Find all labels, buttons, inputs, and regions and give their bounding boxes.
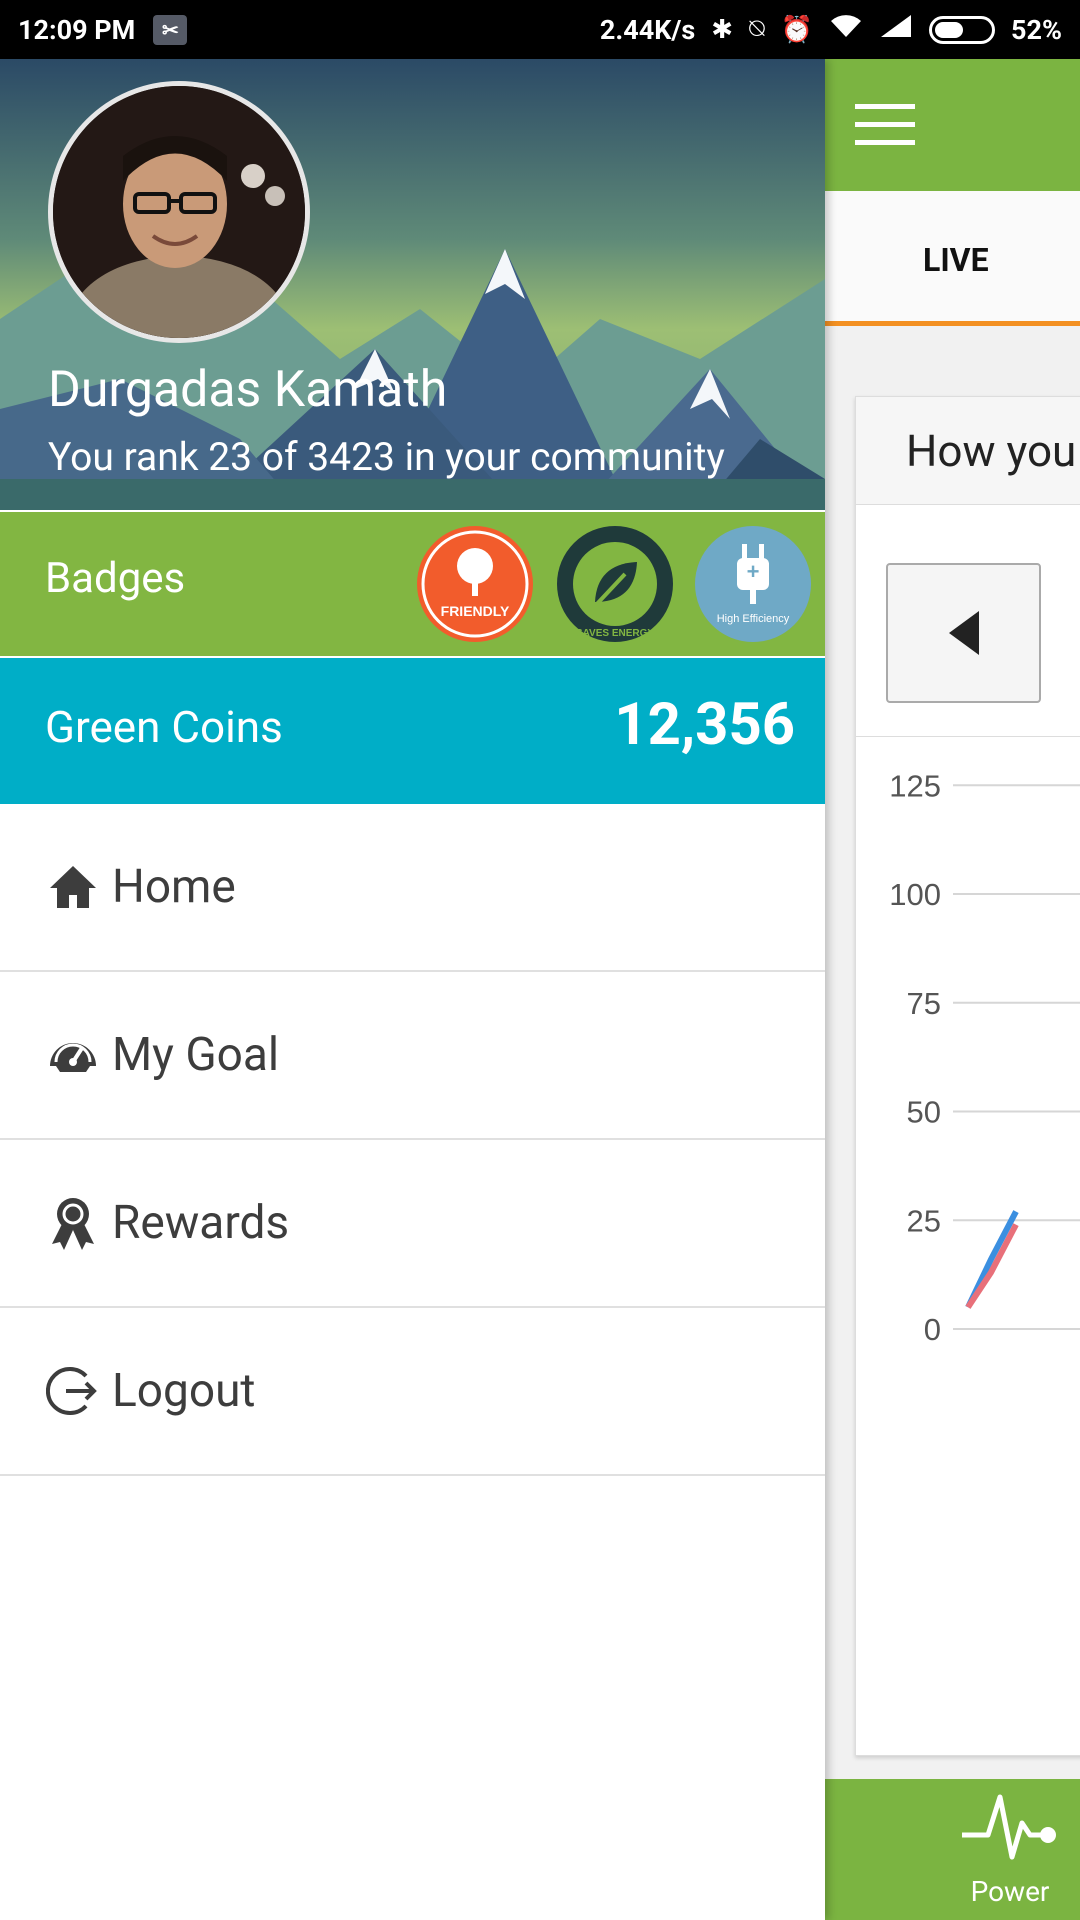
menu-item-logout[interactable]: Logout (0, 1308, 825, 1476)
menu-label-rewards: Rewards (112, 1196, 290, 1250)
logout-icon (46, 1367, 97, 1415)
usage-card: How you 2001751501251007550250 (855, 396, 1080, 1756)
menu-item-my-goal[interactable]: My Goal (0, 972, 825, 1140)
user-name: Durgadas Kamath (48, 361, 448, 419)
status-time: 12:09 PM (18, 13, 136, 46)
green-coins-row[interactable]: Green Coins 12,356 (0, 658, 825, 804)
menu-label-logout: Logout (112, 1364, 256, 1418)
green-coins-value: 12,356 (614, 691, 795, 759)
badge-text-friendly: FRIENDLY (441, 603, 510, 619)
menu-item-rewards[interactable]: Rewards (0, 1140, 825, 1308)
arrow-left-icon (948, 611, 979, 655)
menu-label-my-goal: My Goal (112, 1028, 280, 1082)
y-tick-label: 100 (889, 877, 941, 912)
usage-chart: 2001751501251007550250 (856, 739, 1080, 1739)
vibrate-off-icon: ⍉ (749, 14, 765, 44)
battery-icon (929, 15, 996, 44)
previous-button[interactable] (886, 563, 1041, 703)
green-coins-label: Green Coins (45, 701, 283, 753)
badge-text-saves-energy: SAVES ENERGY (576, 628, 654, 639)
y-tick-label: 50 (907, 1095, 941, 1130)
card-title: How you (906, 425, 1077, 477)
alarm-icon: ⏰ (780, 14, 814, 45)
environmentally-friendly-badge[interactable]: FRIENDLY (415, 524, 535, 644)
bottom-navigation: Power (825, 1779, 1080, 1920)
profile-photo (53, 86, 305, 338)
user-rank: You rank 23 of 3423 in your community (48, 434, 725, 480)
y-tick-label: 0 (924, 1312, 941, 1347)
drawer-header: Durgadas Kamath You rank 23 of 3423 in y… (0, 59, 825, 510)
high-efficiency-plug-badge[interactable]: + High Efficiency (693, 524, 813, 644)
avatar[interactable] (48, 81, 310, 343)
power-nav-button[interactable]: Power (955, 1787, 1065, 1917)
home-icon (50, 866, 96, 908)
y-tick-label: 75 (907, 986, 941, 1021)
card-navigation (856, 505, 1080, 737)
background-app: LIVE How you 2001751501251007550250 Powe… (825, 59, 1080, 1920)
power-label: Power (970, 1875, 1050, 1908)
navigation-drawer: Durgadas Kamath You rank 23 of 3423 in y… (0, 59, 825, 1920)
battery-percent: 52% (1011, 13, 1062, 46)
chart-svg: 2001751501251007550250 (889, 768, 1080, 1347)
badge-text-high-efficiency: High Efficiency (717, 613, 790, 625)
svg-text:+: + (747, 559, 760, 584)
status-bar: 12:09 PM ✂ 2.44K/s ✱ ⍉ ⏰ 52% (0, 0, 1080, 59)
y-tick-label: 125 (889, 768, 941, 803)
high-efficiency-saves-energy-badge[interactable]: SAVES ENERGY (555, 524, 675, 644)
y-tick-label: 25 (907, 1203, 941, 1238)
badges-label: Badges (45, 554, 186, 603)
hamburger-menu-icon[interactable] (855, 104, 915, 146)
pulse-icon (962, 1794, 1056, 1860)
speedometer-icon (50, 1043, 96, 1072)
tab-bar: LIVE (825, 191, 1080, 326)
signal-icon (879, 13, 913, 46)
bluetooth-icon: ✱ (711, 14, 734, 45)
card-header: How you (856, 397, 1080, 505)
series-line-1 (965, 1223, 1019, 1309)
tab-indicator (825, 321, 1080, 326)
tab-live[interactable]: LIVE (923, 241, 989, 279)
drawer-menu: Home My Goal Rewards Logout (0, 804, 825, 1476)
app-notification-icon: ✂ (153, 14, 188, 45)
menu-label-home: Home (112, 860, 236, 914)
badges-row[interactable]: Badges FRIENDLY SAVES ENERGY + High Effi… (0, 512, 825, 656)
wifi-icon (829, 13, 863, 46)
app-toolbar (825, 59, 1080, 191)
network-speed: 2.44K/s (599, 13, 696, 46)
award-ribbon-icon (52, 1198, 94, 1250)
menu-item-home[interactable]: Home (0, 804, 825, 972)
